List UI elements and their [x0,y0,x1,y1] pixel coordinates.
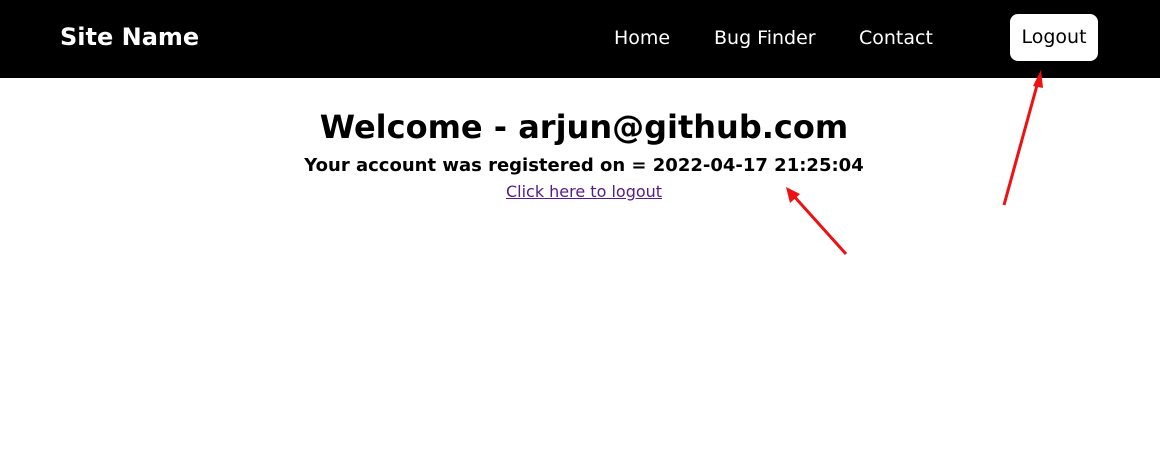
nav-link-bug-finder[interactable]: Bug Finder [714,25,816,51]
navbar: Site Name Home Bug Finder Contact Logout [0,0,1160,78]
logout-link-container: Click here to logout [0,181,1160,203]
registration-date-text: Your account was registered on = 2022-04… [304,155,864,176]
nav-link-home[interactable]: Home [614,25,670,51]
logout-link[interactable]: Click here to logout [506,182,662,201]
welcome-heading: Welcome - arjun@github.com [319,108,849,146]
site-name-logo[interactable]: Site Name [60,21,199,53]
logout-button[interactable]: Logout [1010,14,1098,61]
nav-link-contact[interactable]: Contact [859,25,933,51]
